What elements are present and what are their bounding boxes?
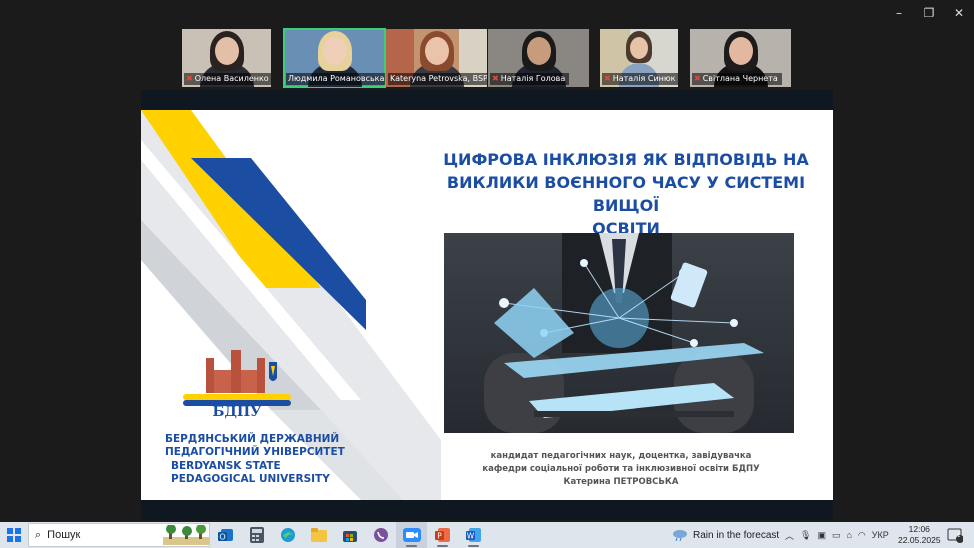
chevron-up-icon[interactable]: ︿ — [785, 529, 794, 542]
wifi-icon[interactable]: ◠ — [858, 530, 866, 541]
start-button[interactable] — [0, 522, 28, 548]
muted-mic-icon: ✖ — [604, 74, 611, 83]
notification-icon — [947, 528, 964, 543]
participant-name: Світлана Чернета — [702, 74, 778, 83]
system-tray: ︿ 🎙 ▣ ▭ ⌂ ◠ УКР — [785, 522, 889, 548]
rain-cloud-icon — [673, 530, 687, 542]
calculator-app[interactable] — [241, 522, 272, 548]
outlook-app[interactable]: O — [210, 522, 241, 548]
participant-name: Kateryna Petrovska, BSPU — [390, 74, 487, 83]
restore-button[interactable]: ❐ — [914, 0, 944, 26]
edge-icon — [280, 528, 295, 542]
university-logo: БДПУ — [183, 350, 291, 420]
weather-text: Rain in the forecast — [693, 529, 780, 541]
participant-strip: ✖ Олена Василенко Людмила Романовська Kat… — [182, 28, 794, 89]
calculator-icon — [249, 527, 264, 543]
svg-text:P: P — [437, 532, 442, 541]
participant-tile[interactable]: ✖ Наталія Синюк — [600, 29, 678, 87]
university-ua-line: БЕРДЯНСЬКИЙ ДЕРЖАВНИЙ — [165, 433, 340, 445]
camera-icon[interactable]: ▣ — [817, 530, 826, 541]
shared-screen: БДПУ БЕРДЯНСЬКИЙ ДЕРЖАВНИЙ ПЕДАГОГІЧНИЙ … — [141, 90, 833, 520]
microphone-icon[interactable]: 🎙 — [800, 530, 811, 541]
network-icon[interactable]: ⌂ — [846, 530, 851, 540]
participant-name: Наталія Синюк — [612, 74, 676, 83]
weather-widget[interactable]: Rain in the forecast — [672, 522, 779, 548]
viber-icon — [373, 528, 388, 542]
zoom-icon — [402, 528, 421, 542]
file-explorer-icon — [310, 528, 327, 542]
presentation-slide: БДПУ БЕРДЯНСЬКИЙ ДЕРЖАВНИЙ ПЕДАГОГІЧНИЙ … — [141, 110, 833, 500]
participant-name: Олена Василенко — [194, 74, 269, 83]
muted-mic-icon: ✖ — [492, 74, 499, 83]
caption-line: Катерина ПЕТРОВСЬКА — [563, 477, 679, 487]
slide-caption: кандидат педагогічних наук, доцентка, за… — [441, 450, 801, 489]
university-name-en: BERDYANSK STATE PEDAGOGICAL UNIVERSITY — [171, 460, 330, 486]
store-icon — [342, 531, 357, 542]
edge-app[interactable] — [272, 522, 303, 548]
language-indicator[interactable]: УКР — [872, 530, 889, 540]
windows-icon — [7, 528, 21, 542]
clock-date: 22.05.2025 — [898, 535, 941, 545]
minimize-button[interactable]: – — [884, 0, 914, 26]
taskbar: ⌕ Пошук O P W Rain in the forecast ︿ 🎙 ▣… — [0, 522, 974, 548]
muted-mic-icon: ✖ — [694, 74, 701, 83]
close-button[interactable]: ✕ — [944, 0, 974, 26]
notification-count: 1 — [957, 533, 961, 539]
caption-line: кандидат педагогічних наук, доцентка, за… — [490, 451, 752, 461]
word-app[interactable]: W — [458, 522, 489, 548]
participant-tile[interactable]: ✖ Олена Василенко — [182, 29, 271, 87]
clock-time: 12:06 — [908, 524, 930, 534]
svg-text:W: W — [466, 532, 474, 541]
participant-tile[interactable]: ✖ Наталія Голова — [488, 29, 589, 87]
battery-icon[interactable]: ▭ — [832, 530, 841, 541]
university-name-ua: БЕРДЯНСЬКИЙ ДЕРЖАВНИЙ ПЕДАГОГІЧНИЙ УНІВЕ… — [165, 433, 345, 459]
powerpoint-icon: P — [434, 528, 450, 542]
search-highlight-image — [163, 525, 209, 545]
participant-name: Людмила Романовська — [288, 74, 385, 83]
file-explorer-app[interactable] — [303, 522, 334, 548]
viber-app[interactable] — [365, 522, 396, 548]
university-ua-line: ПЕДАГОГІЧНИЙ УНІВЕРСИТЕТ — [165, 446, 345, 458]
participant-tile[interactable]: ✖ Світлана Чернета — [690, 29, 791, 87]
slide-title-line: ВИКЛИКИ ВОЄННОГО ЧАСУ У СИСТЕМІ ВИЩОЇ — [446, 173, 806, 215]
university-en-line: PEDAGOGICAL UNIVERSITY — [171, 473, 330, 485]
participant-name: Наталія Голова — [500, 74, 566, 83]
outlook-icon: O — [217, 529, 233, 542]
slide-title: ЦИФРОВА ІНКЛЮЗІЯ ЯК ВІДПОВІДЬ НА ВИКЛИКИ… — [431, 148, 821, 240]
search-icon: ⌕ — [35, 528, 42, 541]
caption-line: кафедри соціальної роботи та інклюзивної… — [482, 464, 760, 474]
svg-text:O: O — [219, 533, 225, 542]
digital-network-illustration — [484, 233, 764, 433]
muted-mic-icon: ✖ — [186, 74, 193, 83]
logo-text: БДПУ — [213, 404, 263, 420]
powerpoint-app[interactable]: P — [427, 522, 458, 548]
notification-center-button[interactable]: 1 — [947, 527, 964, 543]
zoom-app[interactable] — [396, 522, 427, 548]
window-controls: – ❐ ✕ — [884, 0, 974, 26]
slide-title-line: ЦИФРОВА ІНКЛЮЗІЯ ЯК ВІДПОВІДЬ НА — [443, 150, 809, 169]
taskbar-search-box[interactable]: ⌕ Пошук — [28, 523, 210, 547]
participant-tile[interactable]: Kateryna Petrovska, BSPU — [386, 29, 487, 87]
word-icon: W — [465, 528, 481, 542]
participant-tile-active[interactable]: Людмила Романовська — [283, 28, 386, 88]
slide-photo — [444, 233, 794, 433]
clock[interactable]: 12:06 22.05.2025 — [898, 524, 941, 546]
search-label: Пошук — [47, 529, 81, 541]
store-app[interactable] — [334, 522, 365, 548]
university-en-line: BERDYANSK STATE — [171, 460, 281, 472]
